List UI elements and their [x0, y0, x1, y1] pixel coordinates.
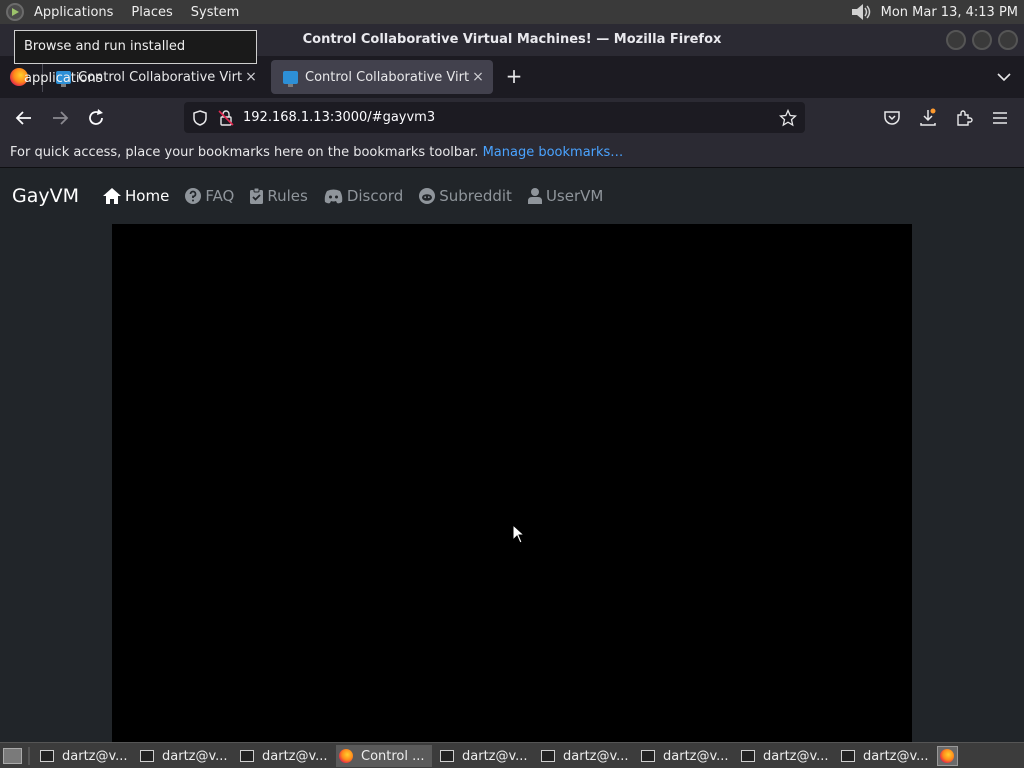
terminal-icon: [741, 750, 755, 762]
discord-icon: [324, 189, 343, 203]
pocket-icon[interactable]: [882, 108, 902, 128]
back-arrow-icon[interactable]: [12, 106, 36, 130]
address-bar[interactable]: 192.168.1.13:3000/#gayvm3: [184, 102, 805, 133]
tab-2-active[interactable]: Control Collaborative Virtual Machines! …: [271, 60, 493, 94]
nav-subreddit-label: Subreddit: [439, 187, 512, 205]
taskbar-item-terminal[interactable]: dartz@v...: [638, 745, 734, 767]
firefox-icon: [339, 749, 353, 763]
chevron-down-icon[interactable]: [996, 69, 1012, 85]
taskbar-item-firefox[interactable]: Control ...: [336, 745, 432, 767]
taskbar-item-label: dartz@v...: [262, 748, 328, 764]
taskbar-item-terminal[interactable]: dartz@v...: [37, 745, 133, 767]
reddit-icon: [419, 188, 436, 204]
nav-discord[interactable]: Discord: [324, 187, 403, 205]
nav-uservm-label: UserVM: [545, 187, 604, 205]
home-icon: [103, 188, 122, 204]
navigation-toolbar: 192.168.1.13:3000/#gayvm3: [0, 98, 1024, 138]
vm-display-canvas[interactable]: [112, 224, 912, 742]
clock[interactable]: Mon Mar 13, 4:13 PM: [881, 5, 1018, 20]
site-brand[interactable]: GayVM: [12, 185, 79, 207]
nav-subreddit[interactable]: Subreddit: [419, 187, 512, 205]
bookmarks-toolbar: For quick access, place your bookmarks h…: [0, 138, 1024, 168]
taskbar-item-terminal[interactable]: dartz@v...: [538, 745, 634, 767]
terminal-icon: [440, 750, 454, 762]
taskbar-item-label: dartz@v...: [162, 748, 228, 764]
nav-rules-label: Rules: [267, 187, 308, 205]
tray-firefox-icon[interactable]: [937, 746, 958, 766]
nav-faq[interactable]: FAQ: [185, 187, 234, 205]
insecure-lock-icon[interactable]: [217, 109, 235, 127]
bookmarks-hint: For quick access, place your bookmarks h…: [10, 145, 479, 160]
tab-title: Control Collaborative Virtual Machines!: [305, 69, 470, 85]
taskbar-item-label: dartz@v...: [663, 748, 729, 764]
url-text[interactable]: 192.168.1.13:3000/#gayvm3: [243, 110, 779, 125]
shield-icon[interactable]: [191, 109, 209, 127]
applications-menu[interactable]: Applications: [34, 5, 113, 20]
site-navbar: GayVM Home FAQ Rules Discord Subreddit U…: [0, 168, 1024, 224]
terminal-icon: [641, 750, 655, 762]
taskbar-item-label: Control ...: [361, 748, 425, 764]
mouse-cursor-icon: [512, 524, 526, 544]
taskbar-item-label: dartz@v...: [62, 748, 128, 764]
bookmark-star-icon[interactable]: [779, 108, 797, 127]
system-menu[interactable]: System: [191, 5, 239, 20]
terminal-icon: [40, 750, 54, 762]
downloads-icon[interactable]: [918, 108, 938, 128]
forward-arrow-icon[interactable]: [48, 106, 72, 130]
volume-icon[interactable]: [851, 3, 873, 21]
terminal-icon: [541, 750, 555, 762]
taskbar-item-label: dartz@v...: [763, 748, 829, 764]
menu-logo-icon[interactable]: [6, 3, 24, 21]
question-circle-icon: [185, 188, 202, 204]
terminal-icon: [240, 750, 254, 762]
nav-rules[interactable]: Rules: [250, 187, 308, 205]
minimize-window-button[interactable]: [946, 30, 966, 50]
taskbar-item-label: dartz@v...: [863, 748, 929, 764]
page-content: GayVM Home FAQ Rules Discord Subreddit U…: [0, 168, 1024, 742]
nav-faq-label: FAQ: [205, 187, 235, 205]
taskbar-item-terminal[interactable]: dartz@v...: [137, 745, 233, 767]
close-tab-icon[interactable]: ×: [243, 69, 259, 85]
nav-home-label: Home: [125, 187, 170, 205]
reload-icon[interactable]: [84, 106, 108, 130]
close-window-button[interactable]: [998, 30, 1018, 50]
places-menu[interactable]: Places: [131, 5, 172, 20]
terminal-icon: [140, 750, 154, 762]
taskbar-item-terminal[interactable]: dartz@v...: [437, 745, 533, 767]
taskbar-item-terminal[interactable]: dartz@v...: [838, 745, 934, 767]
taskbar-item-label: dartz@v...: [462, 748, 528, 764]
taskbar-separator: [28, 747, 30, 765]
monitor-icon: [283, 70, 298, 87]
system-top-panel: Applications Places System Mon Mar 13, 4…: [0, 0, 1024, 24]
user-icon: [527, 188, 542, 204]
terminal-icon: [841, 750, 855, 762]
bottom-taskbar: dartz@v... dartz@v... dartz@v... Control…: [0, 742, 1024, 768]
taskbar-item-terminal[interactable]: dartz@v...: [237, 745, 333, 767]
extensions-icon[interactable]: [954, 108, 974, 128]
hamburger-menu-icon[interactable]: [990, 108, 1010, 128]
applications-tooltip: Browse and run installed applications: [14, 30, 257, 86]
taskbar-item-terminal[interactable]: dartz@v...: [738, 745, 834, 767]
maximize-window-button[interactable]: [972, 30, 992, 50]
show-desktop-icon[interactable]: [3, 748, 22, 764]
nav-discord-label: Discord: [346, 187, 404, 205]
manage-bookmarks-link[interactable]: Manage bookmarks…: [483, 145, 624, 160]
close-tab-icon[interactable]: ×: [470, 69, 486, 85]
clipboard-check-icon: [250, 188, 264, 204]
nav-uservm[interactable]: UserVM: [527, 187, 604, 205]
taskbar-item-label: dartz@v...: [563, 748, 629, 764]
tab-title: Control Collaborative Virtual Machines!: [78, 69, 243, 85]
nav-home[interactable]: Home: [103, 187, 169, 205]
new-tab-button[interactable]: +: [503, 66, 525, 88]
